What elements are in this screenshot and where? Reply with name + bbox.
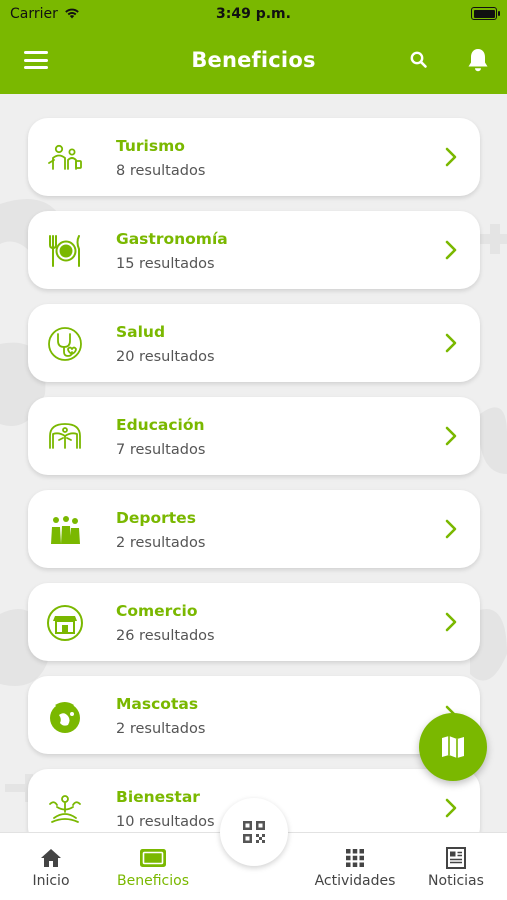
search-icon[interactable] — [409, 50, 429, 70]
tab-label: Actividades — [314, 873, 396, 889]
tourism-icon — [48, 144, 82, 170]
education-book-icon — [49, 423, 81, 449]
tab-label: Noticias — [428, 873, 484, 889]
status-bar: Carrier 3:49 p.m. — [0, 0, 507, 28]
sports-icon — [51, 516, 80, 544]
status-time: 3:49 p.m. — [216, 6, 291, 22]
chevron-right-icon — [445, 798, 457, 818]
chevron-right-icon — [445, 147, 457, 167]
category-card-mascotas[interactable]: Mascotas 2 resultados — [28, 676, 480, 754]
category-card-salud[interactable]: Salud 20 resultados — [28, 304, 480, 382]
battery-icon — [471, 7, 500, 20]
category-title: Mascotas — [116, 695, 199, 713]
category-card-gastronomia[interactable]: Gastronomía 15 resultados — [28, 211, 480, 289]
category-title: Comercio — [116, 602, 198, 620]
category-count: 15 resultados — [116, 256, 215, 272]
map-fab-button[interactable] — [419, 713, 487, 781]
category-card-turismo[interactable]: Turismo 8 resultados — [28, 118, 480, 196]
stethoscope-icon — [48, 327, 82, 361]
chevron-right-icon — [445, 426, 457, 446]
category-title: Educación — [116, 416, 205, 434]
chevron-right-icon — [445, 519, 457, 539]
chevron-right-icon — [445, 333, 457, 353]
store-icon — [47, 605, 83, 641]
pet-icon — [50, 702, 80, 733]
category-title: Turismo — [116, 137, 185, 155]
category-card-educacion[interactable]: Educación 7 resultados — [28, 397, 480, 475]
tab-noticias[interactable]: Noticias — [418, 833, 494, 900]
page-title: Beneficios — [191, 48, 316, 72]
category-count: 10 resultados — [116, 814, 215, 830]
map-icon — [442, 736, 464, 758]
qr-scan-button[interactable] — [220, 798, 288, 866]
category-title: Gastronomía — [116, 230, 228, 248]
category-count: 2 resultados — [116, 535, 206, 551]
category-count: 8 resultados — [116, 163, 206, 179]
grid-icon — [346, 849, 364, 867]
tab-label: Beneficios — [117, 873, 189, 889]
tab-label: Inicio — [32, 873, 70, 889]
card-icon — [140, 849, 166, 867]
tab-beneficios[interactable]: Beneficios — [110, 833, 196, 900]
plate-cutlery-icon — [49, 235, 80, 267]
category-title: Deportes — [116, 509, 196, 527]
bell-icon[interactable] — [466, 47, 490, 73]
category-count: 20 resultados — [116, 349, 215, 365]
home-icon — [41, 849, 61, 867]
tab-inicio[interactable]: Inicio — [14, 833, 88, 900]
lotus-wellness-icon — [49, 795, 81, 823]
category-title: Bienestar — [116, 788, 200, 806]
category-count: 2 resultados — [116, 721, 206, 737]
newspaper-icon — [446, 847, 466, 869]
tab-actividades[interactable]: Actividades — [306, 833, 404, 900]
category-count: 7 resultados — [116, 442, 206, 458]
chevron-right-icon — [445, 612, 457, 632]
category-card-comercio[interactable]: Comercio 26 resultados — [28, 583, 480, 661]
category-count: 26 resultados — [116, 628, 215, 644]
app-header: Beneficios — [0, 28, 507, 94]
category-card-deportes[interactable]: Deportes 2 resultados — [28, 490, 480, 568]
chevron-right-icon — [445, 240, 457, 260]
qr-code-icon — [243, 821, 265, 843]
category-title: Salud — [116, 323, 166, 341]
